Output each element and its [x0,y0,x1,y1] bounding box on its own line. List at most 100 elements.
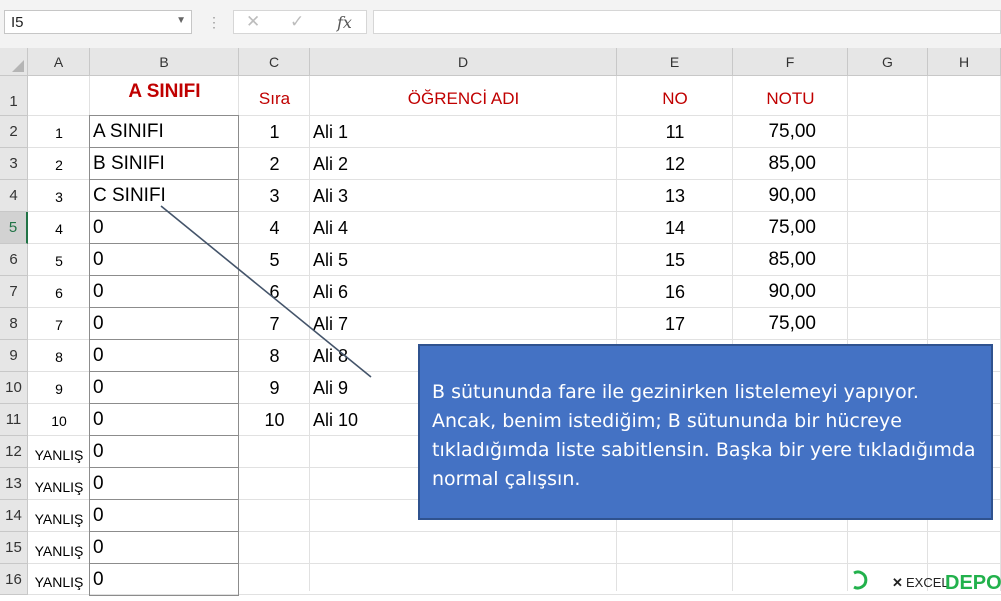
callout-shape[interactable]: B sütununda fare ile gezinirken listelem… [418,344,993,520]
row-header-14[interactable]: 14 [0,500,28,532]
select-all-button[interactable] [0,48,28,76]
cell-b8[interactable]: 0 [90,308,242,340]
cell-b7[interactable]: 0 [90,276,242,308]
cell-e1[interactable]: NO [617,76,733,116]
cell-b12[interactable]: 0 [90,436,242,468]
column-header-a[interactable]: A [28,48,90,76]
cell-f6[interactable]: 85,00 [733,244,848,276]
row-header-7[interactable]: 7 [0,276,28,308]
cell-b5[interactable]: 0 [90,212,242,244]
cell-a12[interactable]: YANLIŞ [28,436,90,468]
cell-a13[interactable]: YANLIŞ [28,468,90,500]
cell-d1[interactable]: ÖĞRENCİ ADI [310,76,617,116]
cell-e4[interactable]: 13 [617,180,733,212]
cell-d2[interactable]: Ali 1 [310,116,620,148]
row-header-4[interactable]: 4 [0,180,28,212]
cancel-icon[interactable]: ✕ [246,12,260,32]
cell-a6[interactable]: 5 [28,244,90,276]
row-header-13[interactable]: 13 [0,468,28,500]
column-header-b[interactable]: B [90,48,239,76]
cell-b9[interactable]: 0 [90,340,242,372]
column-header-e[interactable]: E [617,48,733,76]
cell-e2[interactable]: 11 [617,116,733,148]
cell-c2[interactable]: 1 [239,116,310,148]
row-header-5[interactable]: 5 [0,212,28,244]
cell-c3[interactable]: 2 [239,148,310,180]
cell-a4[interactable]: 3 [28,180,90,212]
cell-b13[interactable]: 0 [90,468,242,500]
cell-a16[interactable]: YANLIŞ [28,564,90,595]
cell-d4[interactable]: Ali 3 [310,180,620,212]
cell-a9[interactable]: 8 [28,340,90,372]
cell-b11[interactable]: 0 [90,404,242,436]
cell-f4[interactable]: 90,00 [733,180,848,212]
cell-d6[interactable]: Ali 5 [310,244,620,276]
cell-d3[interactable]: Ali 2 [310,148,620,180]
column-header-d[interactable]: D [310,48,617,76]
column-header-c[interactable]: C [239,48,310,76]
row-header-3[interactable]: 3 [0,148,28,180]
cell-b16[interactable]: 0 [90,564,242,595]
cell-b2[interactable]: A SINIFI [90,116,242,148]
name-box[interactable]: I5 ▼ [4,10,192,34]
cell-a15[interactable]: YANLIŞ [28,532,90,564]
cell-c1[interactable]: Sıra [239,76,310,116]
cell-a14[interactable]: YANLIŞ [28,500,90,532]
column-header-f[interactable]: F [733,48,848,76]
drag-handle-icon[interactable]: ⋮ [207,14,221,31]
row-header-6[interactable]: 6 [0,244,28,276]
cell-a7[interactable]: 6 [28,276,90,308]
enter-icon[interactable]: ✓ [290,12,304,32]
cell-d7[interactable]: Ali 6 [310,276,620,308]
cell-e7[interactable]: 16 [617,276,733,308]
cell-c7[interactable]: 6 [239,276,310,308]
cell-e5[interactable]: 14 [617,212,733,244]
cell-b10[interactable]: 0 [90,372,242,404]
cell-b3[interactable]: B SINIFI [90,148,242,180]
row-header-9[interactable]: 9 [0,340,28,372]
cell-c4[interactable]: 3 [239,180,310,212]
cell-f8[interactable]: 75,00 [733,308,848,340]
cell-a2[interactable]: 1 [28,116,90,148]
excel-depo-logo: ✕ EXCEL DEPO [853,570,1001,591]
cell-c6[interactable]: 5 [239,244,310,276]
row-header-15[interactable]: 15 [0,532,28,564]
cell-a8[interactable]: 7 [28,308,90,340]
cell-c9[interactable]: 8 [239,340,310,372]
cell-f2[interactable]: 75,00 [733,116,848,148]
cell-a5[interactable]: 4 [28,212,90,244]
row-header-8[interactable]: 8 [0,308,28,340]
formula-input[interactable] [373,10,1001,34]
cell-b4[interactable]: C SINIFI [90,180,242,212]
cell-c10[interactable]: 9 [239,372,310,404]
cell-d5[interactable]: Ali 4 [310,212,620,244]
cell-f5[interactable]: 75,00 [733,212,848,244]
cell-f3[interactable]: 85,00 [733,148,848,180]
column-header-h[interactable]: H [928,48,1001,76]
cell-e3[interactable]: 12 [617,148,733,180]
row-header-10[interactable]: 10 [0,372,28,404]
cell-b1[interactable]: A SINIFI [90,76,239,116]
column-header-g[interactable]: G [848,48,928,76]
row-header-11[interactable]: 11 [0,404,28,436]
cell-e6[interactable]: 15 [617,244,733,276]
cell-f1[interactable]: NOTU [733,76,848,116]
insert-function-icon[interactable]: fx [337,13,352,32]
cell-b14[interactable]: 0 [90,500,242,532]
cell-b6[interactable]: 0 [90,244,242,276]
cell-c11[interactable]: 10 [239,404,310,436]
row-header-2[interactable]: 2 [0,116,28,148]
cell-a10[interactable]: 9 [28,372,90,404]
cell-c5[interactable]: 4 [239,212,310,244]
cell-a11[interactable]: 10 [28,404,90,436]
row-header-12[interactable]: 12 [0,436,28,468]
cell-d8[interactable]: Ali 7 [310,308,620,340]
cell-b15[interactable]: 0 [90,532,242,564]
cell-f7[interactable]: 90,00 [733,276,848,308]
cell-c8[interactable]: 7 [239,308,310,340]
cell-e8[interactable]: 17 [617,308,733,340]
row-header-1[interactable]: 1 [0,76,28,116]
row-header-16[interactable]: 16 [0,564,28,595]
cell-a3[interactable]: 2 [28,148,90,180]
chevron-down-icon[interactable]: ▼ [176,15,186,26]
